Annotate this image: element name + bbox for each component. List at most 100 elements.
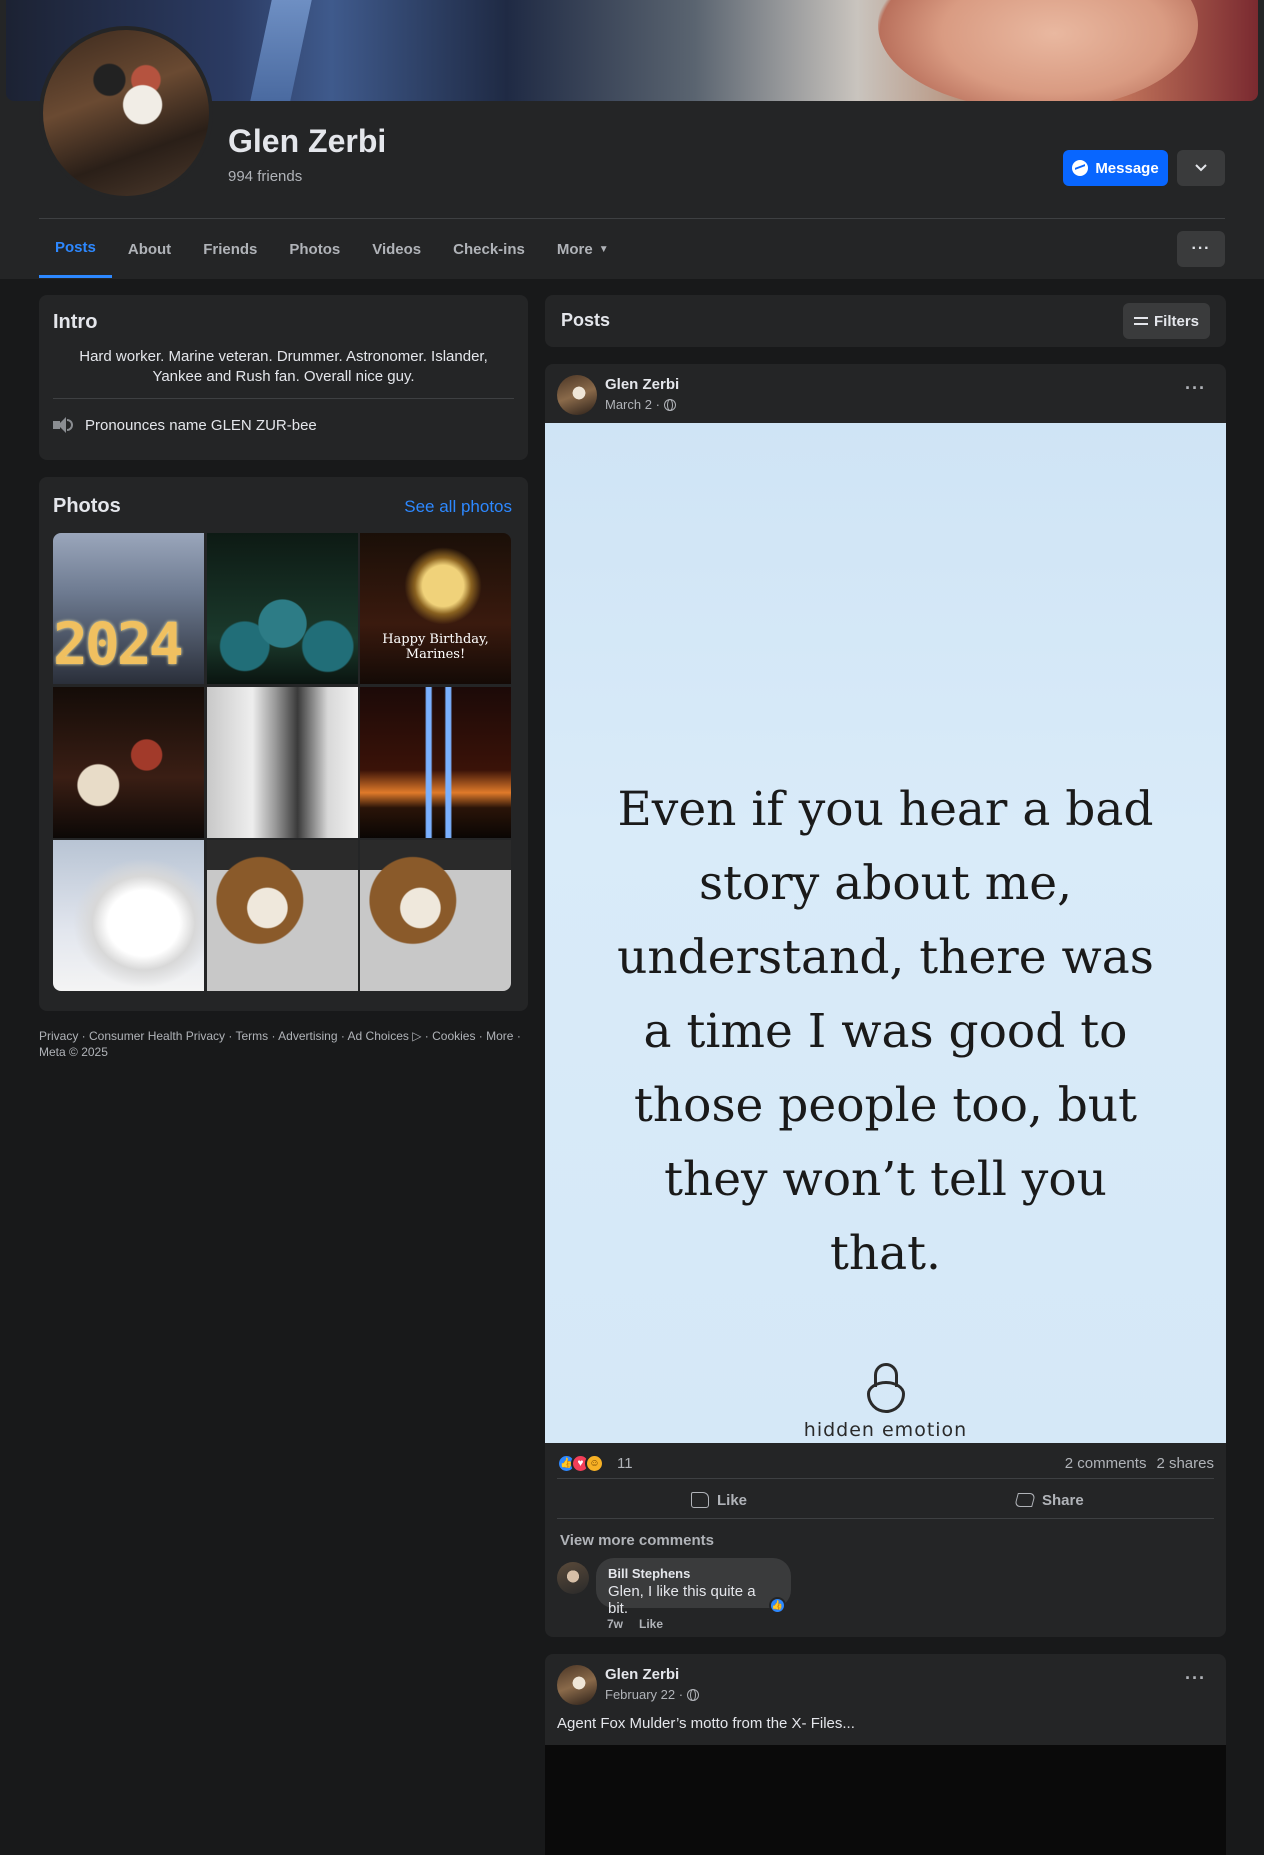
messenger-icon	[1072, 160, 1089, 176]
comment-bubble: Bill Stephens Glen, I like this quite a …	[596, 1558, 791, 1617]
photo-thumbnail[interactable]: Happy Birthday, Marines!	[360, 533, 511, 684]
tab-friends[interactable]: Friends	[187, 220, 273, 278]
filters-button[interactable]: Filters	[1123, 303, 1210, 339]
more-options-button[interactable]: ···	[1177, 231, 1225, 267]
tab-label: More	[556, 240, 593, 258]
tab-label: Posts	[55, 239, 96, 256]
comment-text: Glen, I like this quite a bit.	[608, 1583, 756, 1617]
shares-count[interactable]: 2 shares	[1156, 1455, 1214, 1472]
header-divider	[39, 218, 1225, 219]
intro-bio: Hard worker. Marine veteran. Drummer. As…	[79, 348, 488, 385]
photo-thumbnail[interactable]	[360, 686, 511, 838]
comment-meta: 7w Like	[607, 1617, 663, 1631]
intro-divider	[53, 398, 514, 399]
cover-detail	[250, 0, 312, 101]
ellipsis-icon: ···	[1191, 240, 1211, 257]
reactions-row: 👍 ♥ ☺ 11 2 comments 2 shares	[557, 1452, 1214, 1476]
post-author-avatar[interactable]	[557, 375, 597, 415]
photo-text: 2024	[53, 610, 184, 678]
share-label: Share	[1042, 1491, 1084, 1509]
post-author-name[interactable]: Glen Zerbi	[605, 376, 679, 393]
avatar	[43, 30, 209, 196]
reaction-icons[interactable]: 👍 ♥ ☺	[557, 1454, 604, 1473]
chevron-down-icon	[1195, 164, 1207, 172]
globe-icon	[663, 398, 676, 411]
tab-label: Check-ins	[453, 240, 525, 258]
post-video[interactable]	[545, 1745, 1226, 1855]
post-options-ellipsis-icon[interactable]: ···	[1185, 1668, 1206, 1689]
quote-text: Even if you hear a bad story about me, u…	[617, 782, 1154, 1281]
comment-time[interactable]: 7w	[607, 1617, 623, 1631]
speaker-icon[interactable]	[53, 416, 73, 434]
tab-more[interactable]: More ▼	[541, 220, 625, 278]
profile-tabs: Posts About Friends Photos Videos Check-…	[39, 220, 625, 278]
thumbs-up-icon	[691, 1492, 709, 1508]
heart-lock-icon	[863, 1363, 909, 1415]
post-image[interactable]: Even if you hear a bad story about me, u…	[545, 423, 1226, 1443]
post-date[interactable]: February 22 ·	[605, 1687, 683, 1702]
commenter-name[interactable]: Bill Stephens	[608, 1566, 779, 1581]
posts-title: Posts	[561, 310, 611, 330]
post-date[interactable]: March 2 ·	[605, 397, 660, 412]
photo-thumbnail[interactable]	[206, 840, 358, 991]
tab-photos[interactable]: Photos	[273, 220, 356, 278]
reaction-count[interactable]: 11	[617, 1455, 633, 1472]
profile-name: Glen Zerbi	[228, 123, 387, 159]
tab-about[interactable]: About	[112, 220, 187, 278]
photo-thumbnail[interactable]: 2024	[53, 533, 204, 684]
image-brand: hidden emotion	[803, 1419, 968, 1441]
post: Glen Zerbi March 2 · ··· Even if you hea…	[545, 364, 1226, 1637]
comment-like-reaction-icon[interactable]: 👍	[769, 1597, 786, 1614]
photos-card: Photos See all photos 2024 Happy Birthda…	[39, 477, 528, 1011]
post-meta: February 22 ·	[605, 1687, 700, 1702]
posts-header: Posts Filters	[545, 295, 1226, 347]
pronunciation-row: Pronounces name GLEN ZUR-bee	[53, 416, 317, 434]
filters-label: Filters	[1153, 312, 1199, 330]
filter-icon	[1133, 315, 1148, 327]
post-stats: 2 comments 2 shares	[1065, 1455, 1214, 1472]
photos-title: Photos	[53, 495, 121, 517]
view-more-comments-link[interactable]: View more comments	[560, 1532, 714, 1549]
intro-title: Intro	[53, 311, 98, 333]
profile-picture[interactable]	[39, 26, 213, 200]
photo-thumbnail[interactable]	[206, 686, 358, 838]
tab-label: Friends	[203, 240, 258, 258]
post-author-name[interactable]: Glen Zerbi	[605, 1666, 679, 1683]
pronunciation-text: Pronounces name GLEN ZUR-bee	[85, 416, 317, 434]
post-meta: March 2 ·	[605, 397, 676, 412]
photo-caption: Happy Birthday, Marines!	[382, 632, 489, 662]
share-button[interactable]: Share	[1014, 1483, 1084, 1517]
photo-thumbnail[interactable]	[360, 840, 511, 991]
post-text: Agent Fox Mulder’s motto from the X- Fil…	[557, 1715, 855, 1732]
page-footer[interactable]: Privacy · Consumer Health Privacy · Term…	[39, 1028, 528, 1060]
like-button[interactable]: Like	[691, 1483, 747, 1517]
message-button[interactable]: Message	[1063, 150, 1168, 186]
profile-dropdown-button[interactable]	[1177, 150, 1225, 186]
commenter-avatar[interactable]	[557, 1562, 589, 1594]
like-label: Like	[717, 1491, 748, 1509]
profile-header: Glen Zerbi 994 friends Message Posts Abo…	[0, 0, 1264, 279]
tab-posts[interactable]: Posts	[39, 220, 112, 278]
actions-divider-top	[557, 1478, 1214, 1479]
tab-label: Photos	[289, 240, 341, 258]
caret-down-icon: ▼	[598, 243, 609, 255]
photo-thumbnail[interactable]	[53, 686, 204, 838]
actions-divider-bottom	[557, 1518, 1214, 1519]
post-author-avatar[interactable]	[557, 1665, 597, 1705]
see-all-photos-link[interactable]: See all photos	[404, 497, 512, 517]
post-options-ellipsis-icon[interactable]: ···	[1185, 378, 1206, 399]
friends-count[interactable]: 994 friends	[228, 168, 302, 185]
tab-videos[interactable]: Videos	[356, 220, 437, 278]
photo-thumbnail[interactable]	[53, 840, 204, 991]
comments-count[interactable]: 2 comments	[1065, 1455, 1147, 1472]
tab-check-ins[interactable]: Check-ins	[437, 220, 541, 278]
share-icon	[1014, 1493, 1036, 1507]
tab-label: About	[127, 240, 172, 258]
intro-card: Intro Hard worker. Marine veteran. Drumm…	[39, 295, 528, 460]
globe-icon	[687, 1688, 700, 1701]
message-label: Message	[1095, 159, 1159, 177]
comment-like-button[interactable]: Like	[639, 1617, 663, 1631]
post: Glen Zerbi February 22 · ··· Agent Fox M…	[545, 1654, 1226, 1855]
photo-thumbnail[interactable]	[206, 533, 358, 684]
tab-label: Videos	[372, 240, 422, 258]
